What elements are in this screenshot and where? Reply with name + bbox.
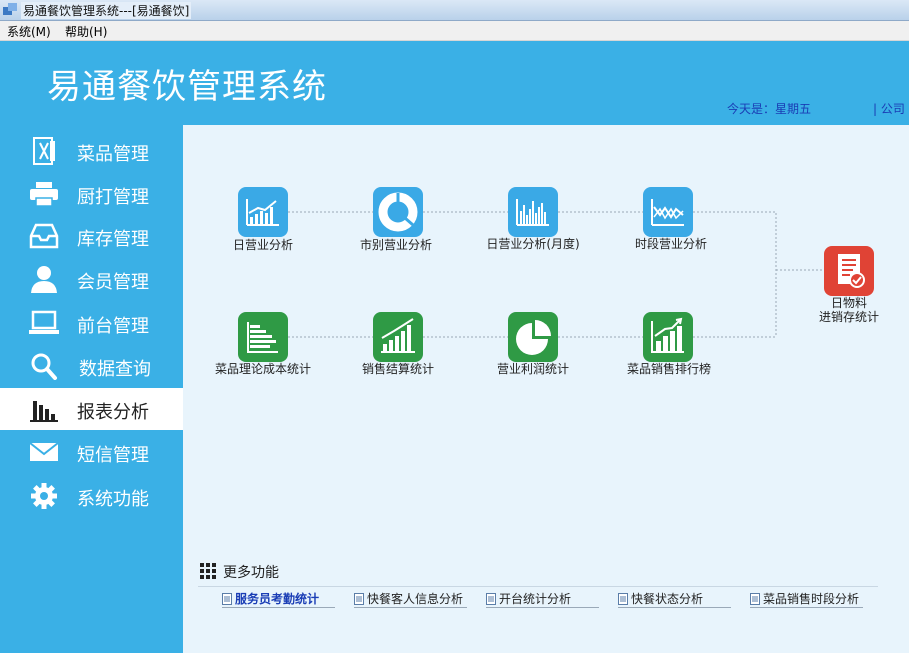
document-icon [354, 593, 364, 605]
pie-chart-icon [516, 320, 551, 355]
report-daily-material-tile[interactable] [824, 246, 874, 296]
document-icon [618, 593, 628, 605]
more-link-dish-sales-period[interactable]: 菜品销售时段分析 [750, 590, 859, 607]
report-shift-business-label: 市别营业分析 [359, 238, 432, 252]
report-time-period-label: 时段营业分析 [634, 237, 707, 251]
more-link-fastfood-status[interactable]: 快餐状态分析 [618, 590, 703, 607]
more-link-waiter-attendance[interactable]: 服务员考勤统计 [222, 590, 319, 607]
flow-connectors [288, 211, 824, 338]
link-underline [486, 607, 599, 608]
report-dish-cost-label: 菜品理论成本统计 [214, 362, 311, 376]
grid-icon [200, 563, 216, 579]
report-daily-business-tile[interactable] [238, 187, 288, 237]
report-monthly-daily-label: 日营业分析(月度) [486, 237, 580, 251]
link-underline [222, 607, 335, 608]
report-monthly-daily-tile[interactable] [508, 187, 558, 237]
link-underline [750, 607, 863, 608]
checklist-icon [838, 254, 865, 288]
report-profit-tile[interactable] [508, 312, 558, 362]
ranking-chart-icon [651, 317, 684, 353]
horizontal-bar-icon [247, 322, 278, 353]
more-link-table-opening[interactable]: 开台统计分析 [486, 590, 571, 607]
document-icon [486, 593, 496, 605]
report-profit-label: 营业利润统计 [496, 362, 569, 376]
rising-bar-chart-icon [246, 199, 279, 226]
report-daily-business-label: 日营业分析 [232, 238, 293, 252]
report-daily-material-label: 日物料 进销存统计 [818, 296, 879, 324]
link-underline [618, 607, 731, 608]
line-chart-icon [651, 199, 684, 226]
growth-chart-icon [381, 318, 415, 353]
donut-chart-icon [378, 192, 418, 232]
report-sales-settlement-label: 销售结算统计 [361, 362, 434, 376]
report-shift-business-tile[interactable] [373, 187, 423, 237]
report-dish-cost-tile[interactable] [238, 312, 288, 362]
link-underline [354, 607, 467, 608]
more-link-fastfood-guest[interactable]: 快餐客人信息分析 [354, 590, 463, 607]
divider [198, 586, 878, 587]
more-functions-title: 更多功能 [223, 565, 279, 581]
report-time-period-tile[interactable] [643, 187, 693, 237]
report-dish-ranking-label: 菜品销售排行榜 [626, 362, 711, 376]
report-dish-ranking-tile[interactable] [643, 312, 693, 362]
document-icon [222, 593, 232, 605]
histogram-icon [516, 199, 549, 226]
document-icon [750, 593, 760, 605]
report-sales-settlement-tile[interactable] [373, 312, 423, 362]
